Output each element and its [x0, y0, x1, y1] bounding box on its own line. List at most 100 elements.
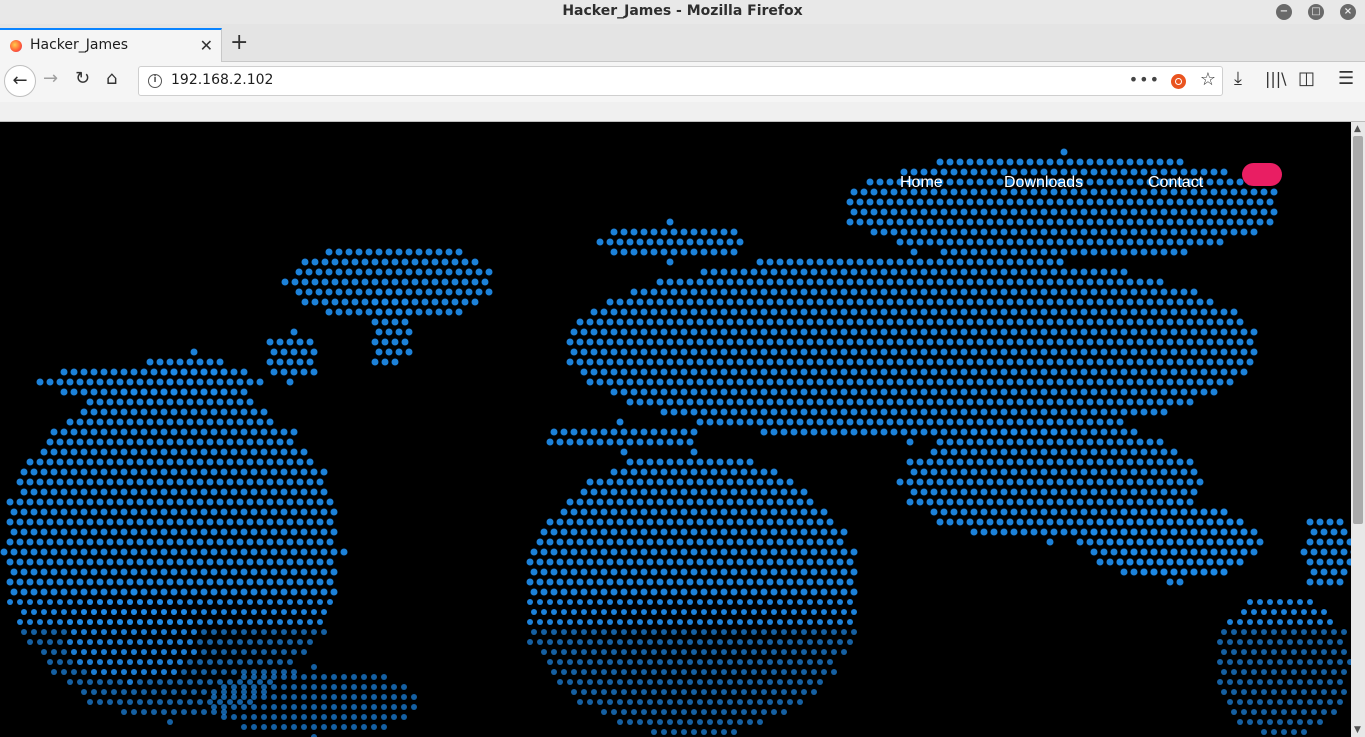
ubuntu-icon[interactable] [1171, 74, 1186, 89]
map-dot [606, 558, 614, 566]
menu-toggle-button[interactable] [1242, 163, 1282, 186]
map-dot [126, 578, 134, 586]
map-dot [240, 488, 248, 496]
maximize-icon[interactable]: □ [1308, 4, 1324, 20]
map-dot [1076, 198, 1084, 206]
map-dot [146, 558, 154, 566]
reload-icon[interactable]: ↻ [75, 69, 90, 89]
map-dot [156, 358, 164, 366]
map-dot [601, 669, 607, 675]
map-dot [86, 398, 94, 406]
map-dot [737, 659, 743, 665]
map-dot [66, 578, 74, 586]
map-dot [830, 368, 838, 376]
page-actions-icon[interactable]: ••• [1129, 70, 1160, 89]
sidebar-icon[interactable]: ◫ [1298, 69, 1315, 89]
map-dot [801, 649, 807, 655]
home-icon[interactable]: ⌂ [106, 69, 117, 89]
map-dot [830, 548, 838, 556]
map-dot [646, 338, 654, 346]
map-dot [860, 368, 868, 376]
map-dot [1326, 578, 1334, 586]
map-dot [80, 528, 88, 536]
tab-close-icon[interactable]: ✕ [200, 36, 213, 55]
map-dot [751, 669, 757, 675]
map-dot [876, 218, 884, 226]
map-dot [636, 518, 644, 526]
map-dot [646, 438, 654, 446]
minimize-icon[interactable]: − [1276, 4, 1292, 20]
map-dot [626, 578, 634, 586]
nav-downloads-link[interactable]: Downloads [1004, 174, 1083, 192]
map-dot [1311, 689, 1317, 695]
url-text[interactable]: 192.168.2.102 [171, 72, 273, 88]
map-dot [630, 348, 638, 356]
map-dot [1076, 378, 1084, 386]
map-dot [280, 588, 288, 596]
map-dot [1176, 298, 1184, 306]
map-dot [120, 528, 128, 536]
map-dot [1180, 248, 1188, 256]
map-dot [1230, 348, 1238, 356]
map-dot [657, 659, 663, 665]
map-dot [210, 368, 218, 376]
menu-icon[interactable]: ☰ [1338, 69, 1354, 89]
map-dot [1156, 338, 1164, 346]
map-dot [297, 639, 303, 645]
map-dot [300, 588, 308, 596]
nav-contact-link[interactable]: Contact [1148, 174, 1203, 192]
map-dot [1160, 388, 1168, 396]
map-dot [710, 508, 718, 516]
tab-hacker-james[interactable]: Hacker_James ✕ [0, 28, 222, 62]
scroll-down-icon[interactable]: ▼ [1354, 725, 1361, 735]
map-dot [1247, 599, 1253, 605]
map-dot [186, 538, 194, 546]
bookmark-star-icon[interactable]: ☆ [1200, 69, 1216, 90]
map-dot [566, 358, 574, 366]
map-dot [246, 438, 254, 446]
map-dot [1136, 378, 1144, 386]
map-dot [261, 694, 267, 700]
map-dot [616, 358, 624, 366]
map-dot [1040, 228, 1048, 236]
map-dot [331, 724, 337, 730]
info-icon[interactable]: i [148, 74, 162, 88]
scroll-up-icon[interactable]: ▲ [1354, 124, 1361, 134]
map-dot [231, 684, 237, 690]
map-dot [411, 278, 419, 286]
page-scrollbar[interactable]: ▲ ▼ [1351, 122, 1365, 737]
map-dot [1070, 428, 1078, 436]
map-dot [1080, 528, 1088, 536]
map-dot [1320, 568, 1328, 576]
map-dot [936, 278, 944, 286]
new-tab-icon[interactable]: + [230, 30, 248, 55]
map-dot [601, 709, 607, 715]
back-icon[interactable]: ← [4, 65, 36, 97]
map-dot [980, 408, 988, 416]
downloads-icon[interactable]: ⤓ [1234, 69, 1242, 89]
library-icon[interactable]: |||\ [1265, 69, 1287, 89]
map-dot [1250, 328, 1258, 336]
forward-icon[interactable]: → [43, 69, 58, 89]
map-dot [445, 308, 453, 316]
map-dot [676, 378, 684, 386]
map-dot [1016, 518, 1024, 526]
map-dot [846, 338, 854, 346]
map-dot [576, 318, 584, 326]
map-dot [307, 639, 313, 645]
url-bar[interactable]: i 192.168.2.102 ••• ☆ [138, 66, 1223, 96]
map-dot [1120, 288, 1128, 296]
map-dot [816, 378, 824, 386]
map-dot [7, 599, 13, 605]
map-dot [587, 599, 593, 605]
close-icon[interactable]: × [1340, 4, 1356, 20]
scroll-thumb[interactable] [1353, 136, 1363, 524]
map-dot [176, 558, 184, 566]
map-dot [1210, 208, 1218, 216]
nav-home-link[interactable]: Home [900, 174, 943, 192]
map-dot [606, 238, 614, 246]
map-dot [221, 684, 227, 690]
map-dot [310, 368, 318, 376]
map-dot [241, 674, 247, 680]
map-dot [106, 538, 114, 546]
